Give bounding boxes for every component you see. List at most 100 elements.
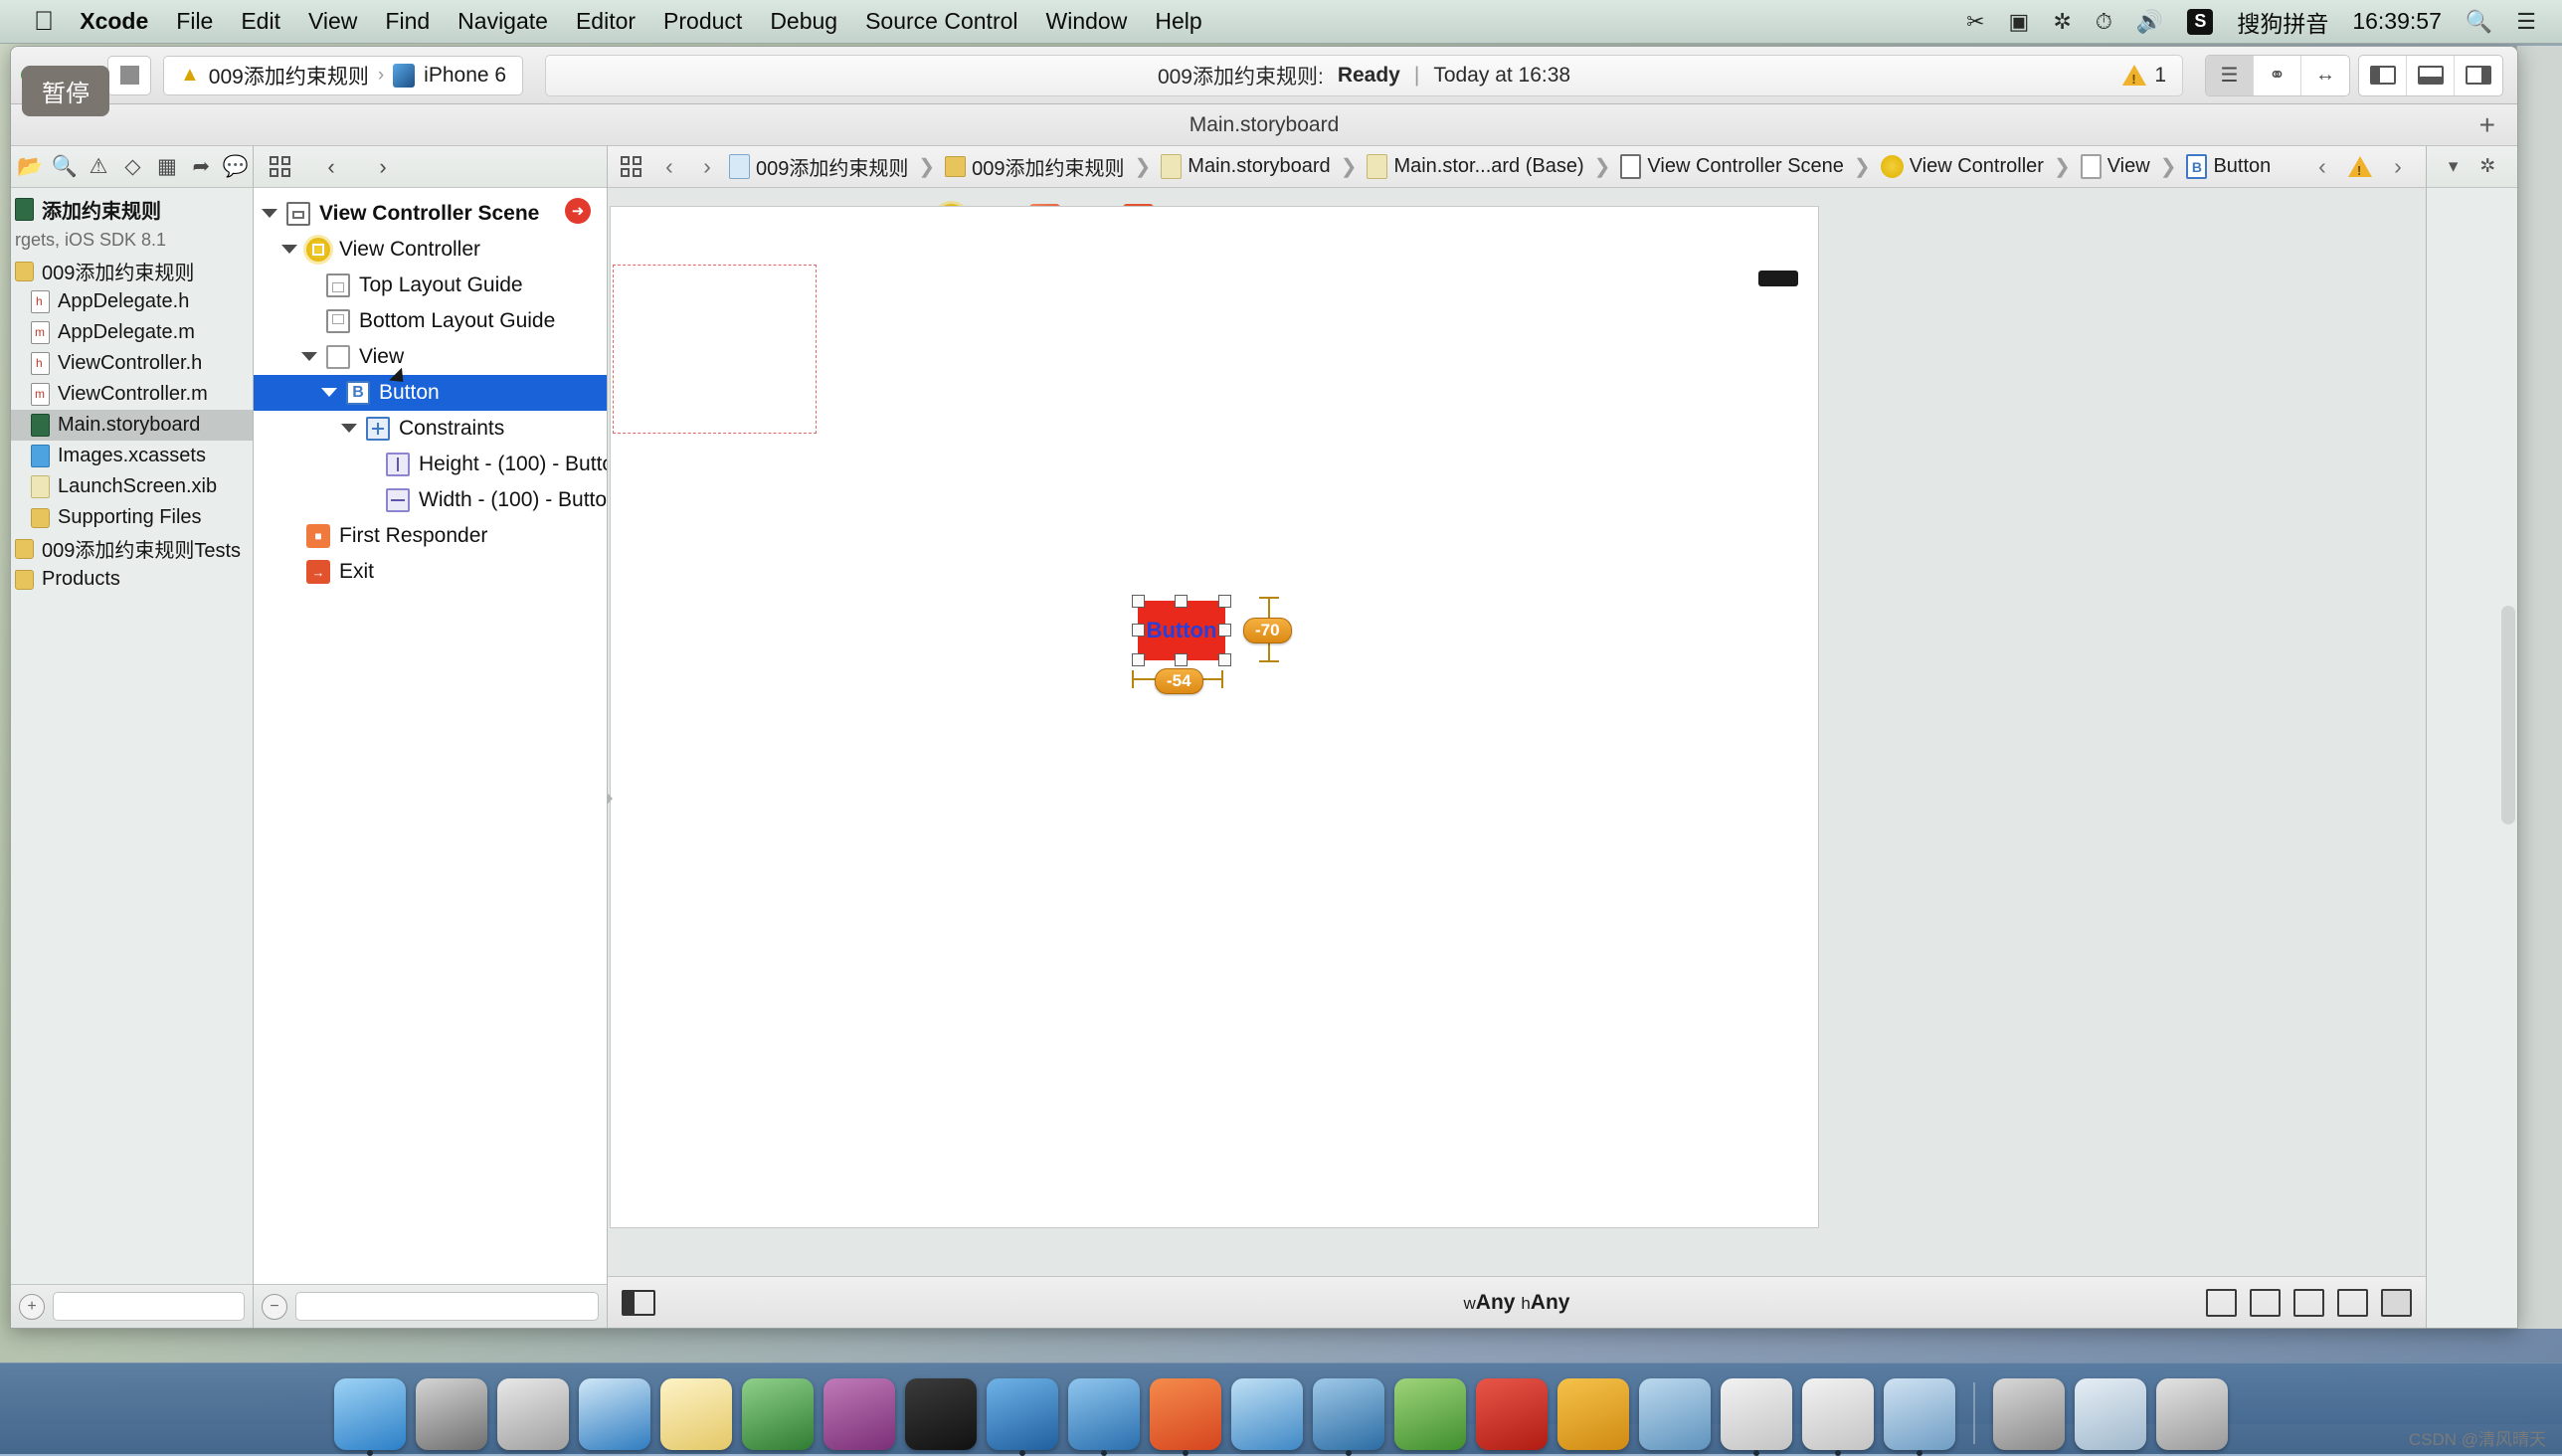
breakpoint-navigator-icon[interactable]: ➦: [184, 146, 218, 188]
related-items-icon[interactable]: [254, 146, 305, 188]
disclosure-triangle-icon[interactable]: [321, 385, 337, 401]
minimized-window-1[interactable]: [1993, 1378, 2065, 1450]
navigator-item-9[interactable]: LaunchScreen.xib: [11, 471, 253, 502]
constraint-badge-width[interactable]: -54: [1155, 668, 1203, 694]
navigator-item-12[interactable]: Products: [11, 564, 253, 595]
bluetooth-icon[interactable]: ✲: [2053, 9, 2071, 35]
menu-item-source-control[interactable]: Source Control: [865, 8, 1017, 35]
plus-icon[interactable]: +: [2479, 109, 2495, 141]
disclosure-triangle-icon[interactable]: [262, 206, 277, 222]
pin-icon[interactable]: [2250, 1289, 2281, 1317]
prev-issue-icon[interactable]: ‹: [2306, 149, 2338, 185]
navigator-item-8[interactable]: Images.xcassets: [11, 441, 253, 471]
breadcrumb-storyboard[interactable]: Main.storyboard: [1188, 155, 1330, 178]
outline-row-10[interactable]: →Exit: [254, 554, 607, 590]
assistant-editor-icon[interactable]: ⚭: [2254, 56, 2301, 95]
forward-chevron-icon[interactable]: ›: [357, 146, 409, 188]
outline-row-3[interactable]: Bottom Layout Guide: [254, 303, 607, 339]
filezilla-icon[interactable]: [1476, 1378, 1548, 1450]
forward-chevron-icon[interactable]: ›: [691, 149, 723, 185]
finder-icon[interactable]: [334, 1378, 406, 1450]
menu-item-file[interactable]: File: [176, 8, 213, 35]
preview-icon[interactable]: [1884, 1378, 1955, 1450]
outline-row-1[interactable]: View Controller: [254, 232, 607, 268]
outline-row-5[interactable]: BButton: [254, 375, 607, 411]
breadcrumb-button[interactable]: Button: [2213, 155, 2271, 178]
menu-item-find[interactable]: Find: [385, 8, 430, 35]
time-machine-icon[interactable]: ⏱: [2096, 9, 2112, 35]
navigator-item-3[interactable]: AppDelegate.h: [11, 286, 253, 317]
warning-indicator[interactable]: 1: [2122, 64, 2166, 88]
utilities-panel-icon[interactable]: [2455, 56, 2502, 95]
report-navigator-icon[interactable]: 💬: [219, 146, 253, 188]
outline-row-9[interactable]: ■First Responder: [254, 518, 607, 554]
appstore-icon[interactable]: [1721, 1378, 1792, 1450]
resize-handle-bl[interactable]: [1132, 653, 1145, 666]
breadcrumb-scene[interactable]: View Controller Scene: [1647, 155, 1844, 178]
debug-navigator-icon[interactable]: ▦: [150, 146, 184, 188]
constraint-badge-height[interactable]: -70: [1243, 618, 1292, 643]
system-preferences-icon[interactable]: [416, 1378, 487, 1450]
resize-handle-tl[interactable]: [1132, 595, 1145, 608]
file-inspector-icon[interactable]: ▾: [2449, 155, 2459, 178]
sublime-icon[interactable]: [1639, 1378, 1711, 1450]
disclosure-triangle-icon[interactable]: [301, 349, 317, 365]
panel-toggle-segment[interactable]: [2358, 55, 2503, 96]
disclosure-triangle-icon[interactable]: [341, 421, 357, 437]
scissors-icon[interactable]: ✂: [1966, 9, 1984, 35]
xcode-icon[interactable]: [987, 1378, 1058, 1450]
back-chevron-icon[interactable]: ‹: [653, 149, 685, 185]
disclosure-triangle-icon[interactable]: [281, 242, 297, 258]
standard-editor-icon[interactable]: ☰: [2206, 56, 2254, 95]
outline-row-7[interactable]: Height - (100) - Button: [254, 447, 607, 482]
breadcrumb-group[interactable]: 009添加约束规则: [972, 152, 1124, 181]
project-navigator-icon[interactable]: 📂: [13, 146, 47, 188]
back-chevron-icon[interactable]: ‹: [305, 146, 357, 188]
navigator-item-0[interactable]: 添加约束规则: [11, 194, 253, 225]
outline-row-0[interactable]: View Controller Scene: [254, 196, 607, 232]
dash-icon[interactable]: [1150, 1378, 1221, 1450]
wechat-icon[interactable]: [1394, 1378, 1466, 1450]
resize-handle-br[interactable]: [1218, 653, 1231, 666]
resize-handle-tr[interactable]: [1218, 595, 1231, 608]
canvas-expand-handle[interactable]: [608, 785, 613, 813]
outline-row-4[interactable]: View: [254, 339, 607, 375]
resize-handle-b[interactable]: [1175, 653, 1188, 666]
device-view-canvas[interactable]: Button -70: [610, 206, 1819, 1228]
appstore2-icon[interactable]: [1802, 1378, 1874, 1450]
vertical-scrollbar[interactable]: [2501, 606, 2515, 824]
menu-item-product[interactable]: Product: [663, 8, 742, 35]
outline-row-6[interactable]: Constraints: [254, 411, 607, 447]
menu-item-debug[interactable]: Debug: [770, 8, 837, 35]
stop-button[interactable]: [107, 56, 151, 95]
resizing-behavior-icon[interactable]: [2337, 1289, 2368, 1317]
add-file-button[interactable]: +: [19, 1294, 45, 1320]
input-method-label[interactable]: 搜狗拼音: [2237, 5, 2328, 39]
next-issue-icon[interactable]: ›: [2382, 149, 2414, 185]
menu-item-help[interactable]: Help: [1155, 8, 1201, 35]
safari-icon[interactable]: [579, 1378, 650, 1450]
test-navigator-icon[interactable]: ◇: [115, 146, 149, 188]
trash-icon[interactable]: [2156, 1378, 2228, 1450]
onenote-icon[interactable]: [824, 1378, 895, 1450]
sketch-icon[interactable]: [1557, 1378, 1629, 1450]
resize-handle-l[interactable]: [1132, 624, 1145, 637]
notification-center-icon[interactable]: ☰: [2516, 9, 2536, 35]
warning-triangle-icon[interactable]: [2348, 156, 2372, 177]
quicktime-icon[interactable]: [1313, 1378, 1384, 1450]
apple-logo-icon[interactable]: : [34, 8, 54, 35]
outline-row-8[interactable]: Width - (100) - Button: [254, 482, 607, 518]
menu-item-editor[interactable]: Editor: [576, 8, 636, 35]
terminal-icon[interactable]: [905, 1378, 977, 1450]
quick-help-icon[interactable]: ✲: [2479, 155, 2495, 178]
navigator-filter-input[interactable]: [53, 1292, 245, 1321]
minimized-window-2[interactable]: [2075, 1378, 2146, 1450]
outline-minus-button[interactable]: −: [262, 1294, 287, 1320]
navigator-item-4[interactable]: AppDelegate.m: [11, 317, 253, 348]
interface-builder-canvas[interactable]: Button -70: [608, 188, 2426, 1276]
breadcrumb-storyboard-base[interactable]: Main.stor...ard (Base): [1393, 155, 1583, 178]
menu-bar-clock[interactable]: 16:39:57: [2352, 8, 2442, 35]
align-icon[interactable]: [2206, 1289, 2237, 1317]
debug-panel-icon[interactable]: [2407, 56, 2455, 95]
version-editor-icon[interactable]: ↔: [2301, 56, 2349, 95]
